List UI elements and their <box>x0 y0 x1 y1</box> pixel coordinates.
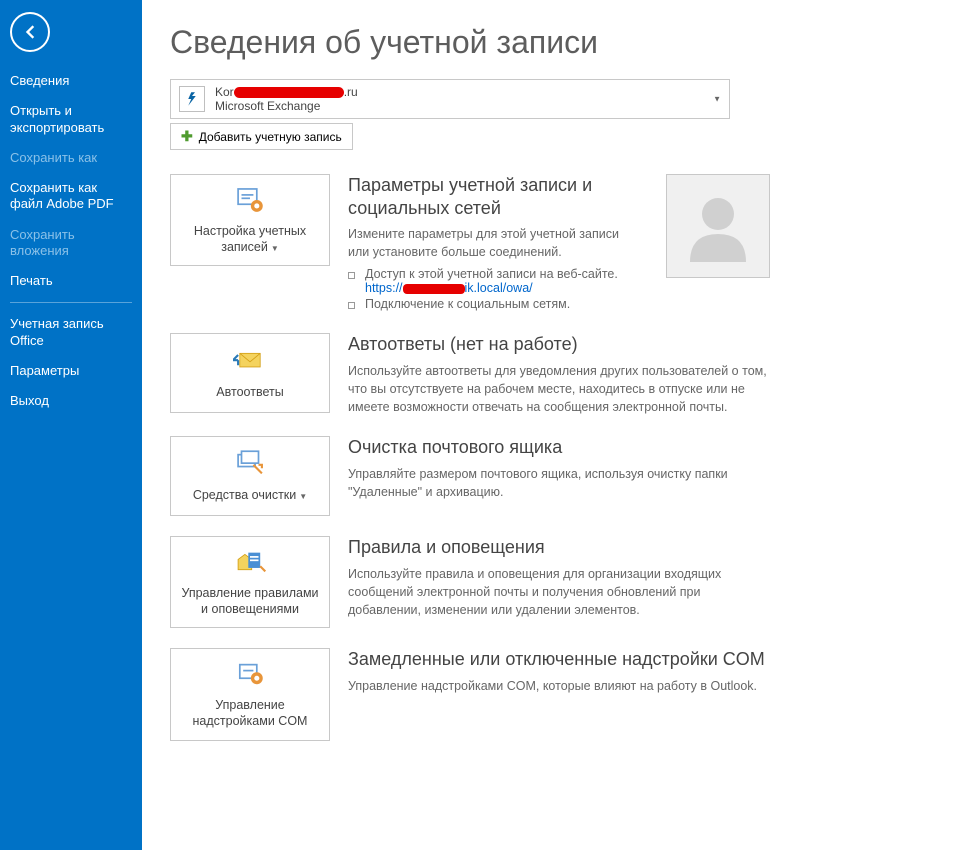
section-desc: Управление надстройками COM, которые вли… <box>348 677 768 695</box>
section-title: Правила и оповещения <box>348 536 768 559</box>
section-rules: Управление правилами и оповещениями Прав… <box>170 536 926 628</box>
nav-office-account[interactable]: Учетная запись Office <box>0 309 142 356</box>
nav-print[interactable]: Печать <box>0 266 142 296</box>
account-name: Kor.ru <box>215 85 358 99</box>
back-button[interactable] <box>10 12 50 52</box>
section-account-settings: Настройка учетных записей▼ Параметры уче… <box>170 174 926 313</box>
nav-info[interactable]: Сведения <box>0 66 142 96</box>
exchange-icon <box>179 86 205 112</box>
account-dropdown[interactable]: Kor.ru Microsoft Exchange ▼ <box>170 79 730 119</box>
bullet-icon <box>348 302 355 309</box>
redacted-text <box>234 87 344 98</box>
auto-replies-button[interactable]: Автоответы <box>170 333 330 413</box>
nav-save-adobe-pdf[interactable]: Сохранить как файл Adobe PDF <box>0 173 142 220</box>
person-icon <box>678 186 758 266</box>
cleanup-tools-button[interactable]: Средства очистки▼ <box>170 436 330 516</box>
chevron-down-icon: ▼ <box>271 244 279 253</box>
account-type: Microsoft Exchange <box>215 99 358 113</box>
main-content: Сведения об учетной записи Kor.ru Micros… <box>142 0 954 850</box>
account-settings-icon <box>233 185 267 218</box>
section-title: Параметры учетной записи и социальных се… <box>348 174 638 219</box>
addins-icon <box>233 659 267 692</box>
nav-open-export[interactable]: Открыть и экспортировать <box>0 96 142 143</box>
section-desc: Используйте правила и оповещения для орг… <box>348 565 768 619</box>
nav-divider <box>10 302 132 303</box>
bullet-web-access: Доступ к этой учетной записи на веб-сайт… <box>365 267 618 281</box>
section-desc: Управляйте размером почтового ящика, исп… <box>348 465 768 501</box>
section-auto-replies: Автоответы Автоответы (нет на работе) Ис… <box>170 333 926 416</box>
section-desc: Измените параметры для этой учетной запи… <box>348 225 638 261</box>
section-cleanup: Средства очистки▼ Очистка почтового ящик… <box>170 436 926 516</box>
chevron-down-icon: ▼ <box>299 492 307 501</box>
section-title: Очистка почтового ящика <box>348 436 768 459</box>
bullet-social: Подключение к социальным сетям. <box>365 297 570 311</box>
nav-save-attachments: Сохранить вложения <box>0 220 142 267</box>
section-desc: Используйте автоответы для уведомления д… <box>348 362 768 416</box>
nav-save-as: Сохранить как <box>0 143 142 173</box>
nav-exit[interactable]: Выход <box>0 386 142 416</box>
chevron-down-icon: ▼ <box>713 95 721 104</box>
arrow-left-icon <box>20 22 40 42</box>
rules-alerts-button[interactable]: Управление правилами и оповещениями <box>170 536 330 628</box>
cleanup-icon <box>233 449 267 482</box>
redacted-text <box>403 284 465 294</box>
owa-link[interactable]: https://ik.local/owa/ <box>365 281 533 295</box>
backstage-sidebar: Сведения Открыть и экспортировать Сохран… <box>0 0 142 850</box>
nav-options[interactable]: Параметры <box>0 356 142 386</box>
section-title: Автоответы (нет на работе) <box>348 333 768 356</box>
add-account-button[interactable]: ✚ Добавить учетную запись <box>170 123 353 150</box>
plus-icon: ✚ <box>181 128 193 145</box>
page-title: Сведения об учетной записи <box>170 24 926 61</box>
rules-icon <box>233 547 267 580</box>
section-title: Замедленные или отключенные надстройки C… <box>348 648 768 671</box>
account-settings-button[interactable]: Настройка учетных записей▼ <box>170 174 330 266</box>
bullet-icon <box>348 272 355 279</box>
auto-replies-icon <box>233 346 267 379</box>
section-com-addins: Управление надстройками COM Замедленные … <box>170 648 926 740</box>
manage-com-addins-button[interactable]: Управление надстройками COM <box>170 648 330 740</box>
avatar-placeholder <box>666 174 770 278</box>
